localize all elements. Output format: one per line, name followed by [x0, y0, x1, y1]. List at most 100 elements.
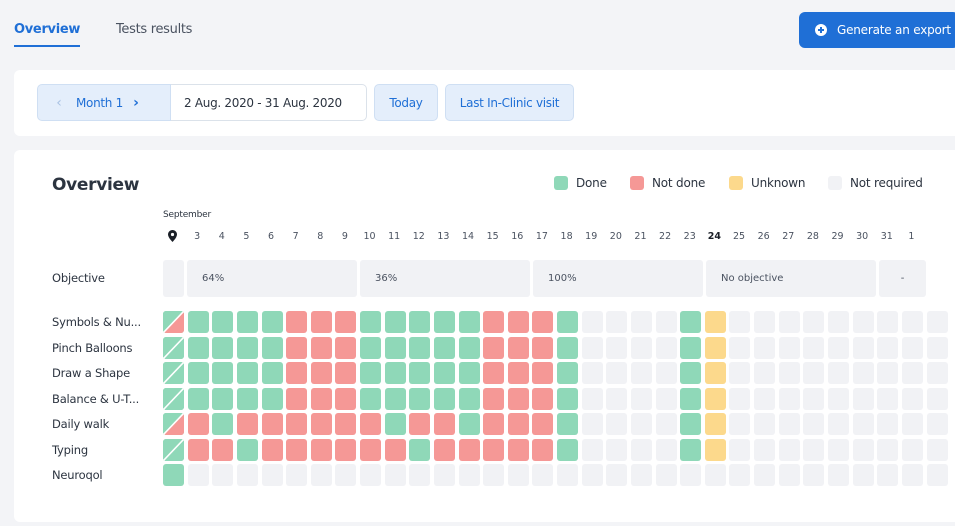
- cell-not-done[interactable]: [310, 388, 332, 410]
- cell-done[interactable]: [261, 388, 283, 410]
- cell-not-done[interactable]: [483, 362, 505, 384]
- cell-not-done[interactable]: [310, 311, 332, 333]
- cell-not-done[interactable]: [187, 413, 209, 435]
- cell-done[interactable]: [384, 413, 406, 435]
- cell-not-done[interactable]: [335, 413, 357, 435]
- cell-done[interactable]: [557, 337, 579, 359]
- cell-done[interactable]: [433, 362, 455, 384]
- cell-done[interactable]: [236, 439, 258, 461]
- today-button[interactable]: Today: [374, 84, 438, 121]
- cell-not-done[interactable]: [458, 439, 480, 461]
- cell-not-done[interactable]: [261, 439, 283, 461]
- cell-not-done[interactable]: [310, 362, 332, 384]
- cell-not-done[interactable]: [483, 439, 505, 461]
- cell-done[interactable]: [680, 337, 702, 359]
- cell-done[interactable]: [236, 362, 258, 384]
- cell-partial[interactable]: [163, 362, 184, 384]
- cell-done[interactable]: [261, 337, 283, 359]
- cell-done[interactable]: [433, 337, 455, 359]
- cell-unknown[interactable]: [704, 337, 726, 359]
- cell-partial[interactable]: [163, 337, 184, 359]
- cell-done[interactable]: [236, 388, 258, 410]
- cell-done[interactable]: [680, 413, 702, 435]
- cell-done[interactable]: [360, 362, 382, 384]
- cell-done[interactable]: [384, 337, 406, 359]
- cell-not-done[interactable]: [507, 362, 529, 384]
- cell-done[interactable]: [557, 362, 579, 384]
- cell-done[interactable]: [187, 362, 209, 384]
- cell-unknown[interactable]: [704, 311, 726, 333]
- cell-unknown[interactable]: [704, 439, 726, 461]
- cell-not-done[interactable]: [507, 337, 529, 359]
- cell-not-done[interactable]: [532, 337, 554, 359]
- cell-done[interactable]: [409, 362, 431, 384]
- cell-not-done[interactable]: [286, 337, 308, 359]
- cell-done[interactable]: [261, 311, 283, 333]
- cell-done[interactable]: [212, 388, 234, 410]
- cell-done[interactable]: [557, 311, 579, 333]
- cell-not-done[interactable]: [483, 413, 505, 435]
- cell-not-done[interactable]: [507, 413, 529, 435]
- cell-done[interactable]: [187, 311, 209, 333]
- cell-done[interactable]: [360, 311, 382, 333]
- cell-done[interactable]: [458, 337, 480, 359]
- cell-done[interactable]: [409, 311, 431, 333]
- cell-not-done[interactable]: [433, 413, 455, 435]
- cell-not-done[interactable]: [310, 439, 332, 461]
- cell-done[interactable]: [236, 337, 258, 359]
- cell-partial[interactable]: [163, 439, 184, 461]
- cell-done[interactable]: [557, 388, 579, 410]
- cell-unknown[interactable]: [704, 413, 726, 435]
- cell-not-done[interactable]: [286, 362, 308, 384]
- cell-not-done[interactable]: [507, 388, 529, 410]
- cell-not-done[interactable]: [335, 337, 357, 359]
- cell-not-done[interactable]: [483, 311, 505, 333]
- cell-done[interactable]: [212, 413, 234, 435]
- cell-not-done[interactable]: [532, 311, 554, 333]
- cell-done[interactable]: [680, 311, 702, 333]
- cell-not-done[interactable]: [532, 439, 554, 461]
- cell-not-done[interactable]: [507, 439, 529, 461]
- cell-not-done[interactable]: [532, 413, 554, 435]
- tab-tests-results[interactable]: Tests results: [116, 22, 192, 37]
- cell-unknown[interactable]: [704, 388, 726, 410]
- cell-not-done[interactable]: [532, 388, 554, 410]
- cell-done[interactable]: [384, 362, 406, 384]
- chevron-left-icon[interactable]: ‹: [46, 95, 72, 111]
- cell-not-done[interactable]: [384, 439, 406, 461]
- generate-export-button[interactable]: Generate an export: [799, 12, 955, 48]
- cell-not-done[interactable]: [286, 413, 308, 435]
- cell-done[interactable]: [212, 311, 234, 333]
- cell-done[interactable]: [187, 337, 209, 359]
- cell-done[interactable]: [409, 388, 431, 410]
- cell-done[interactable]: [557, 413, 579, 435]
- cell-done[interactable]: [433, 311, 455, 333]
- cell-not-done[interactable]: [286, 388, 308, 410]
- cell-not-done[interactable]: [261, 413, 283, 435]
- cell-not-done[interactable]: [483, 337, 505, 359]
- cell-done[interactable]: [212, 337, 234, 359]
- cell-done[interactable]: [360, 337, 382, 359]
- cell-done[interactable]: [458, 388, 480, 410]
- cell-partial[interactable]: [163, 388, 184, 410]
- cell-not-done[interactable]: [335, 311, 357, 333]
- cell-done[interactable]: [384, 388, 406, 410]
- cell-not-done[interactable]: [236, 413, 258, 435]
- cell-done[interactable]: [458, 413, 480, 435]
- cell-done[interactable]: [261, 362, 283, 384]
- cell-not-done[interactable]: [483, 388, 505, 410]
- cell-not-done[interactable]: [360, 439, 382, 461]
- cell-partial[interactable]: [163, 311, 184, 333]
- cell-not-done[interactable]: [310, 337, 332, 359]
- cell-unknown[interactable]: [704, 362, 726, 384]
- cell-not-done[interactable]: [335, 362, 357, 384]
- cell-done[interactable]: [187, 388, 209, 410]
- cell-not-done[interactable]: [335, 439, 357, 461]
- cell-done[interactable]: [680, 388, 702, 410]
- cell-done[interactable]: [458, 362, 480, 384]
- cell-done[interactable]: [212, 362, 234, 384]
- tab-overview[interactable]: Overview: [14, 22, 80, 47]
- cell-not-done[interactable]: [187, 439, 209, 461]
- cell-done[interactable]: [360, 388, 382, 410]
- cell-done[interactable]: [680, 439, 702, 461]
